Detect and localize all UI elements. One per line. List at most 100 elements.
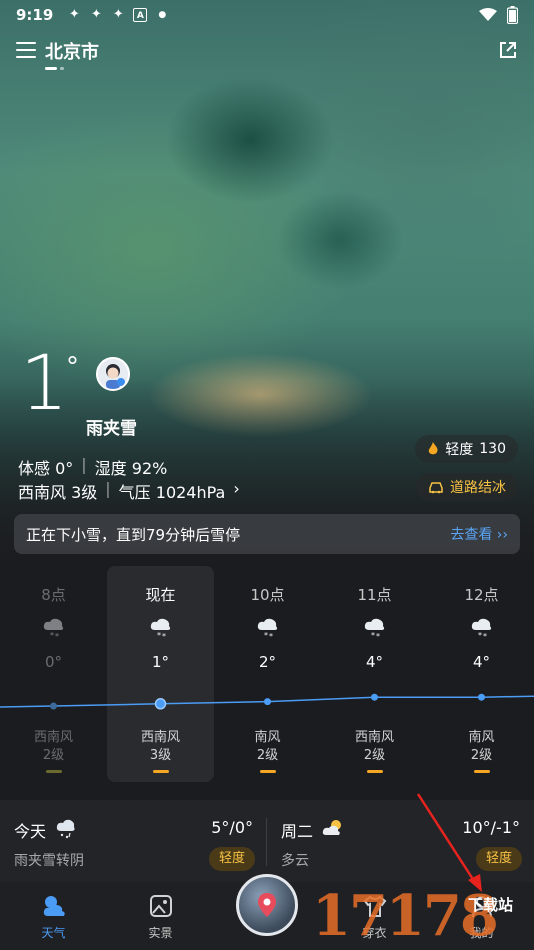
day-temperature: 5°/0° [211, 818, 253, 837]
notification-icons: ✦ ✦ ✦ A ● [67, 8, 169, 22]
flame-icon [429, 442, 438, 455]
tab-weather[interactable]: 天气 [0, 882, 107, 950]
hour-item[interactable]: 11点 * * 4° 西南风 2级 [321, 566, 428, 782]
alert-link[interactable]: 去查看 ›› [450, 524, 508, 544]
hour-time: 10点 [250, 586, 285, 604]
tab-label: 天气 [41, 926, 66, 940]
snow-cloud-icon: * * [43, 618, 64, 640]
hour-temperature: 0° [44, 653, 63, 671]
center-map-button[interactable] [236, 874, 298, 936]
hour-temperature: 4° [472, 653, 491, 671]
hour-temperature: 1° [151, 653, 170, 671]
aqi-value: 130 [479, 441, 506, 457]
svg-text:*: * [269, 632, 273, 640]
day-name: 今天 [14, 822, 47, 841]
car-warning-icon [429, 482, 443, 494]
hour-wind-level: 2级 [470, 748, 493, 763]
wind-level-bar [260, 770, 276, 773]
divider: | [81, 455, 87, 474]
hour-wind-level: 2级 [42, 748, 65, 763]
svg-text:*: * [157, 631, 161, 640]
hour-wind-direction: 西南风 [33, 730, 73, 745]
hour-wind-level: 2级 [363, 748, 386, 763]
hour-wind-level: 2级 [256, 748, 279, 763]
wind-level-bar [474, 770, 490, 773]
tab-live-view[interactable]: 实景 [107, 882, 214, 950]
hour-item[interactable]: 8点 * * 0° 西南风 2级 [0, 566, 107, 782]
wind-pressure-row[interactable]: 西南风 3级 | 气压 1024hPa › [18, 479, 240, 503]
snow-cloud-icon: * * [257, 618, 278, 640]
hour-temperature: 2° [258, 653, 277, 671]
hour-item[interactable]: 10点 * * 2° 南风 2级 [214, 566, 321, 782]
wind: 西南风 3级 [18, 483, 98, 502]
hour-wind-level: 3级 [149, 748, 172, 763]
hour-wind-direction: 南风 [254, 730, 281, 745]
snow-cloud-icon: * * [364, 618, 385, 640]
hour-time: 现在 [145, 586, 176, 604]
partly-cloudy-icon [322, 820, 341, 835]
status-bar: 9:19 ✦ ✦ ✦ A ● [0, 0, 534, 30]
day-item-tuesday[interactable]: 周二 10°/-1° 多云 轻度 [267, 800, 534, 882]
hour-item[interactable]: 12点 * * 4° 南风 2级 [428, 566, 534, 782]
precipitation-alert[interactable]: 正在下小雪，直到79分钟后雪停 去查看 ›› [14, 514, 520, 554]
wifi-icon [479, 8, 497, 21]
svg-text:*: * [483, 632, 487, 640]
svg-text:*: * [371, 631, 375, 640]
wind-level-bar [367, 770, 383, 773]
weather-condition: 雨夹雪 [86, 419, 137, 439]
hour-wind-direction: 南风 [468, 730, 495, 745]
svg-text:*: * [478, 631, 482, 640]
hour-wind-direction: 西南风 [354, 730, 394, 745]
feels-humidity-row: 体感 0° | 湿度 92% [18, 455, 167, 479]
hour-item[interactable]: 现在 * * 1° 西南风 3级 [107, 566, 214, 782]
day-aqi-badge: 轻度 [208, 847, 255, 871]
city-name[interactable]: 北京市 [45, 38, 99, 64]
current-temperature: 1 [20, 338, 69, 427]
location-pin-icon [258, 893, 276, 917]
svg-text:*: * [376, 632, 380, 640]
snow-cloud-icon: * * [150, 618, 171, 640]
menu-icon[interactable] [16, 42, 36, 58]
app-icon: ✦ [68, 7, 80, 22]
annotation-arrow [416, 793, 482, 892]
dot-icon: ● [158, 10, 167, 20]
hourly-forecast[interactable]: 8点 * * 0° 西南风 2级 现在 * * 1° 西南风 3级 10点 * * 2° 南风 2级 11点 * * 4°… [0, 566, 534, 782]
photo-icon [150, 895, 172, 917]
app-icon: ✦ [112, 7, 124, 22]
wind-level-bar [153, 770, 169, 773]
battery-icon [507, 6, 518, 24]
aqi-badge[interactable]: 轻度 130 [415, 435, 518, 463]
feels-like: 体感 0° [18, 459, 74, 478]
wind-level-bar [46, 770, 62, 773]
day-item-today[interactable]: 今天 5°/0° 雨夹雪转阴 轻度 [0, 800, 267, 882]
divider: | [105, 479, 111, 498]
sleet-icon [56, 819, 75, 839]
snow-cloud-icon: * * [471, 618, 492, 640]
humidity: 湿度 92% [94, 459, 168, 478]
a-icon: A [133, 8, 148, 22]
road-warning-badge[interactable]: 道路结冰 [416, 473, 518, 501]
weather-tab-icon [43, 896, 65, 916]
svg-text:*: * [162, 632, 166, 640]
svg-text:*: * [55, 632, 59, 640]
app-icon: ✦ [90, 7, 102, 22]
hour-time: 8点 [41, 586, 66, 604]
share-icon[interactable] [498, 40, 518, 60]
aqi-label: 轻度 [445, 442, 474, 458]
hour-time: 11点 [357, 586, 392, 604]
hour-temperature: 4° [365, 653, 384, 671]
alert-text: 正在下小雪，直到79分钟后雪停 [26, 525, 241, 544]
day-name: 周二 [281, 822, 314, 841]
status-time: 9:19 [16, 6, 54, 24]
day-description: 多云 [281, 853, 309, 869]
degree-symbol: ° [66, 352, 79, 382]
avatar[interactable] [96, 357, 130, 391]
page-indicator [45, 67, 64, 70]
chevron-right-icon: › [233, 479, 240, 498]
day-description: 雨夹雪转阴 [14, 853, 84, 869]
svg-text:*: * [50, 631, 54, 640]
pressure: 气压 1024hPa [118, 483, 226, 502]
hour-time: 12点 [464, 586, 499, 604]
hour-wind-direction: 西南风 [140, 730, 180, 745]
road-warning-text: 道路结冰 [450, 480, 506, 496]
